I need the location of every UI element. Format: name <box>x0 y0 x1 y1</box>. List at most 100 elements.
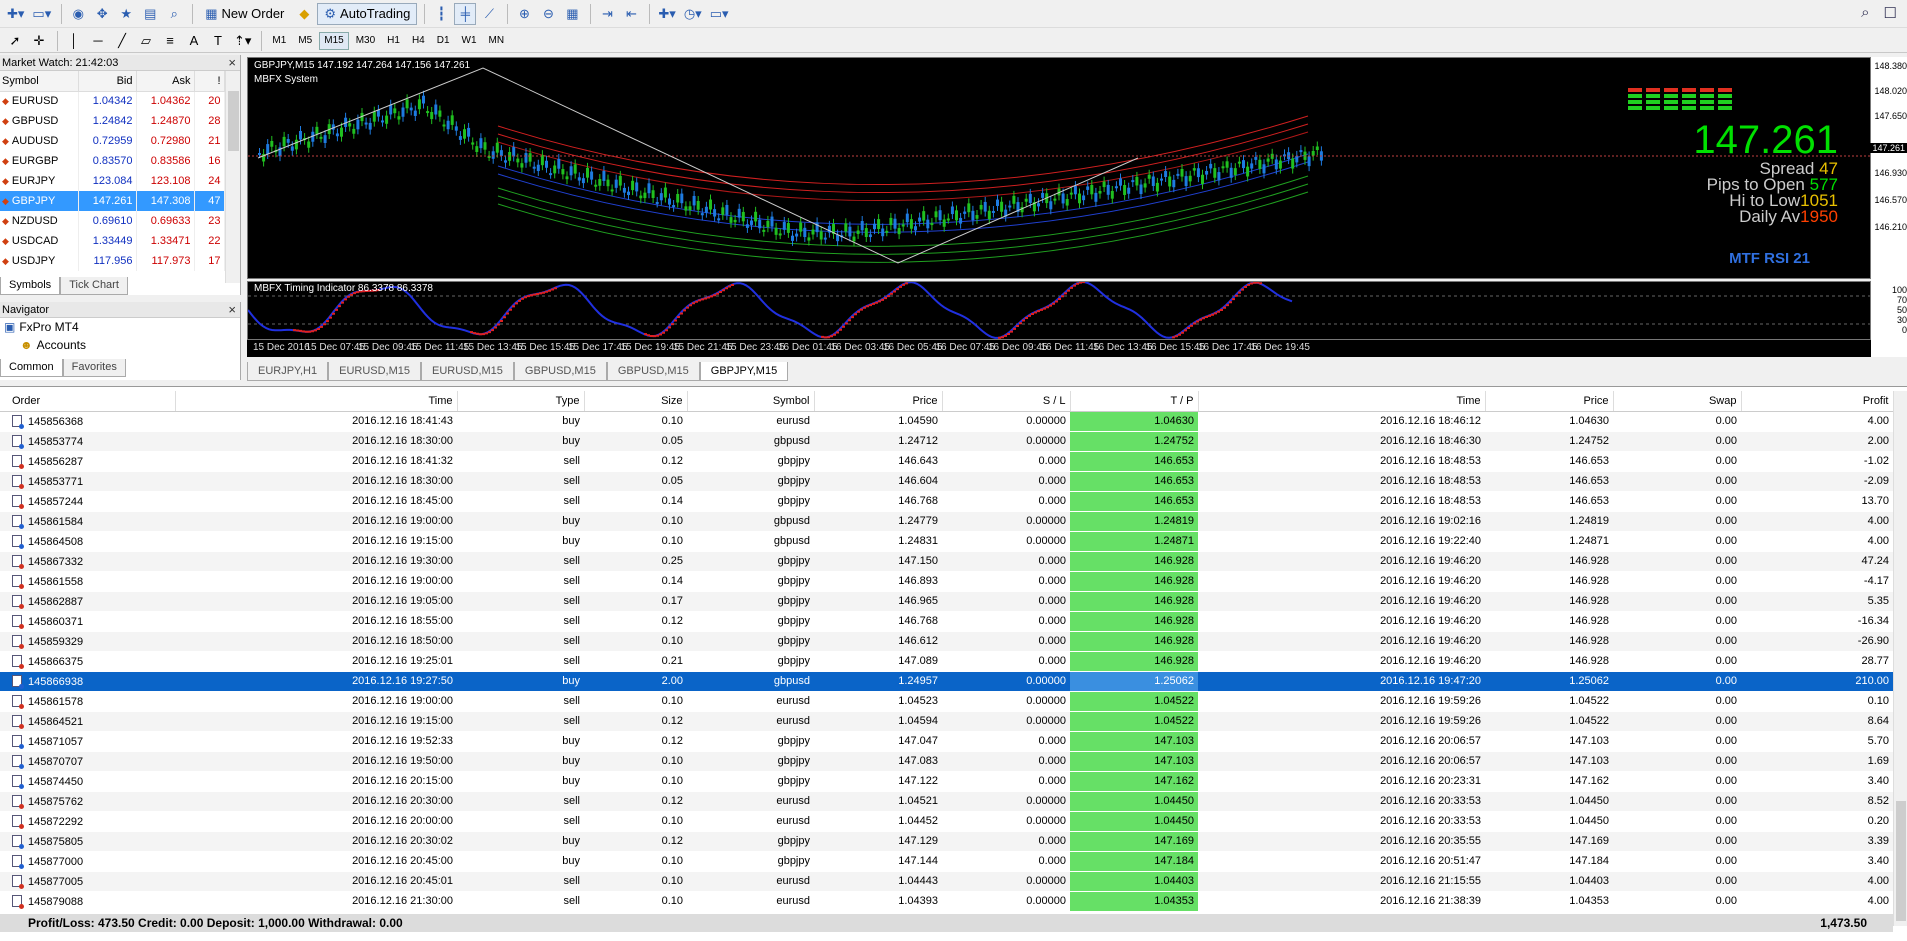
col-tp-header[interactable]: T / P <box>1070 391 1199 412</box>
table-row[interactable]: 145860371 2016.12.16 18:55:00 sell 0.12 gbpj… <box>0 611 1893 632</box>
col-time-header[interactable]: Time <box>175 391 458 412</box>
table-row[interactable]: 145877005 2016.12.16 20:45:01 sell 0.10 euru… <box>0 871 1893 892</box>
autoscroll-icon[interactable]: ⇥ <box>596 3 618 25</box>
chart-shift-icon[interactable]: ⇤ <box>620 3 642 25</box>
data-window-icon[interactable]: ✥ <box>91 3 113 25</box>
timeframe-d1[interactable]: D1 <box>432 32 455 50</box>
table-row[interactable]: 145856368 2016.12.16 18:41:43 buy 0.10 eurus… <box>0 411 1893 432</box>
table-row[interactable]: 145853771 2016.12.16 18:30:00 sell 0.05 gbpj… <box>0 471 1893 492</box>
table-row[interactable]: 145856287 2016.12.16 18:41:32 sell 0.12 gbpj… <box>0 451 1893 472</box>
table-row[interactable]: 145866375 2016.12.16 19:25:01 sell 0.21 gbpj… <box>0 651 1893 672</box>
chart-tab[interactable]: GBPUSD,M15 <box>513 362 607 381</box>
market-watch-row[interactable]: ◆ EURJPY 123.084 123.108 24 <box>0 171 225 191</box>
line-chart-icon[interactable]: ⟋ <box>478 3 500 25</box>
col-symbol-header[interactable]: Symbol <box>687 391 815 412</box>
navigator-root[interactable]: ▣ FxPro MT4 <box>0 318 240 336</box>
vertical-line-icon[interactable]: │ <box>63 30 85 52</box>
col-symbol[interactable]: Symbol <box>0 71 79 92</box>
tab-common[interactable]: Common <box>0 359 63 377</box>
terminal-icon[interactable]: ▤ <box>139 3 161 25</box>
chart-tab[interactable]: EURUSD,M15 <box>421 362 514 381</box>
table-row[interactable]: 145857244 2016.12.16 18:45:00 sell 0.14 gbpj… <box>0 491 1893 512</box>
templates-icon[interactable]: ▭▾ <box>707 3 732 25</box>
timeframe-m5[interactable]: M5 <box>293 32 317 50</box>
search-icon[interactable]: ⌕ <box>1861 4 1869 22</box>
col-time-header[interactable]: Time <box>1198 391 1486 412</box>
timeframe-h1[interactable]: H1 <box>382 32 405 50</box>
crosshair-icon[interactable]: ✛ <box>28 30 50 52</box>
navigator-icon[interactable]: ★ <box>115 3 137 25</box>
cursor-icon[interactable]: ➚ <box>4 30 26 52</box>
terminal-scrollbar[interactable] <box>1893 391 1907 926</box>
trendline-icon[interactable]: ╱ <box>111 30 133 52</box>
indicators-icon[interactable]: ✚▾ <box>655 3 678 25</box>
timeframe-m15[interactable]: M15 <box>319 31 349 50</box>
col-size-header[interactable]: Size <box>584 391 688 412</box>
table-row[interactable]: 145871057 2016.12.16 19:52:33 buy 0.12 gbpjp… <box>0 731 1893 752</box>
market-watch-row[interactable]: ◆ EURUSD 1.04342 1.04362 20 <box>0 91 225 111</box>
col-spread[interactable]: ! <box>194 71 225 92</box>
tile-windows-icon[interactable]: ▦ <box>561 3 583 25</box>
tester-icon[interactable]: ⌕ <box>163 3 185 25</box>
arrows-icon[interactable]: ⇡▾ <box>231 30 254 52</box>
zoom-in-icon[interactable]: ⊕ <box>513 3 535 25</box>
timeframe-m1[interactable]: M1 <box>267 32 291 50</box>
table-row[interactable]: 145853774 2016.12.16 18:30:00 buy 0.05 gbpus… <box>0 431 1893 452</box>
horizontal-line-icon[interactable]: ─ <box>87 30 109 52</box>
table-row[interactable]: 145864521 2016.12.16 19:15:00 sell 0.12 euru… <box>0 711 1893 732</box>
chart-tab[interactable]: GBPUSD,M15 <box>606 362 700 381</box>
price-chart[interactable]: GBPJPY,M15 147.192 147.264 147.156 147.2… <box>247 57 1871 279</box>
market-watch-row[interactable]: ◆ USDCAD 1.33449 1.33471 22 <box>0 231 225 251</box>
table-row[interactable]: 145861558 2016.12.16 19:00:00 sell 0.14 gbpj… <box>0 571 1893 592</box>
col-sl-header[interactable]: S / L <box>942 391 1071 412</box>
timing-indicator-window[interactable]: MBFX Timing Indicator 86.3378 86.3378 <box>247 280 1871 340</box>
periods-icon[interactable]: ◷▾ <box>681 3 705 25</box>
tab-favorites[interactable]: Favorites <box>62 359 126 377</box>
table-row[interactable]: 145877000 2016.12.16 20:45:00 buy 0.10 gbpjp… <box>0 851 1893 872</box>
table-row[interactable]: 145870707 2016.12.16 19:50:00 buy 0.10 gbpjp… <box>0 751 1893 772</box>
close-icon[interactable]: × <box>228 302 236 317</box>
col-swap-header[interactable]: Swap <box>1613 391 1742 412</box>
col-type-header[interactable]: Type <box>457 391 585 412</box>
col-price-header[interactable]: Price <box>1485 391 1614 412</box>
bar-chart-icon[interactable]: ┇ <box>430 3 452 25</box>
col-profit-header[interactable]: Profit <box>1741 391 1894 412</box>
table-row[interactable]: 145867332 2016.12.16 19:30:00 sell 0.25 gbpj… <box>0 551 1893 572</box>
timeframe-mn[interactable]: MN <box>484 32 510 50</box>
chart-tab[interactable]: EURJPY,H1 <box>247 362 329 381</box>
table-row[interactable]: 145861578 2016.12.16 19:00:00 sell 0.10 euru… <box>0 691 1893 712</box>
market-watch-icon[interactable]: ◉ <box>67 3 89 25</box>
table-row[interactable]: 145866938 2016.12.16 19:27:50 buy 2.00 gbpus… <box>0 671 1893 692</box>
chat-icon[interactable]: ☐ <box>1884 4 1897 22</box>
table-row[interactable]: 145872292 2016.12.16 20:00:00 sell 0.10 euru… <box>0 811 1893 832</box>
col-bid[interactable]: Bid <box>78 71 137 92</box>
close-icon[interactable]: × <box>228 55 236 70</box>
market-watch-scrollbar[interactable] <box>225 71 240 283</box>
chart-tab[interactable]: EURUSD,M15 <box>328 362 422 381</box>
table-row[interactable]: 145861584 2016.12.16 19:00:00 buy 0.10 gbpus… <box>0 511 1893 532</box>
table-row[interactable]: 145875762 2016.12.16 20:30:00 sell 0.12 euru… <box>0 791 1893 812</box>
timeframe-m30[interactable]: M30 <box>351 32 380 50</box>
market-watch-row[interactable]: ◆ EURGBP 0.83570 0.83586 16 <box>0 151 225 171</box>
zoom-out-icon[interactable]: ⊖ <box>537 3 559 25</box>
col-ask[interactable]: Ask <box>136 71 195 92</box>
market-watch-row[interactable]: ◆ GBPUSD 1.24842 1.24870 28 <box>0 111 225 131</box>
table-row[interactable]: 145859329 2016.12.16 18:50:00 sell 0.10 gbpj… <box>0 631 1893 652</box>
candlestick-icon[interactable]: ╪ <box>454 2 477 25</box>
table-row[interactable]: 145875805 2016.12.16 20:30:02 buy 0.12 gbpjp… <box>0 831 1893 852</box>
table-row[interactable]: 145862887 2016.12.16 19:05:00 sell 0.17 gbpj… <box>0 591 1893 612</box>
tab-tick-chart[interactable]: Tick Chart <box>60 277 128 295</box>
channel-icon[interactable]: ▱ <box>135 30 157 52</box>
tab-symbols[interactable]: Symbols <box>0 277 61 295</box>
text-icon[interactable]: A <box>183 30 205 52</box>
market-watch-row[interactable]: ◆ AUDUSD 0.72959 0.72980 21 <box>0 131 225 151</box>
metaeditor-icon[interactable]: ◆ <box>293 3 315 25</box>
new-order-button[interactable]: ▦ New Order <box>198 3 291 25</box>
navigator-accounts[interactable]: ☻ Accounts <box>0 336 240 354</box>
market-watch-row[interactable]: ◆ GBPJPY 147.261 147.308 47 <box>0 191 225 211</box>
table-row[interactable]: 145874450 2016.12.16 20:15:00 buy 0.10 gbpjp… <box>0 771 1893 792</box>
chart-tab[interactable]: GBPJPY,M15 <box>699 362 789 381</box>
label-icon[interactable]: T <box>207 30 229 52</box>
col-price-header[interactable]: Price <box>814 391 943 412</box>
col-order-header[interactable]: Order <box>0 391 176 412</box>
